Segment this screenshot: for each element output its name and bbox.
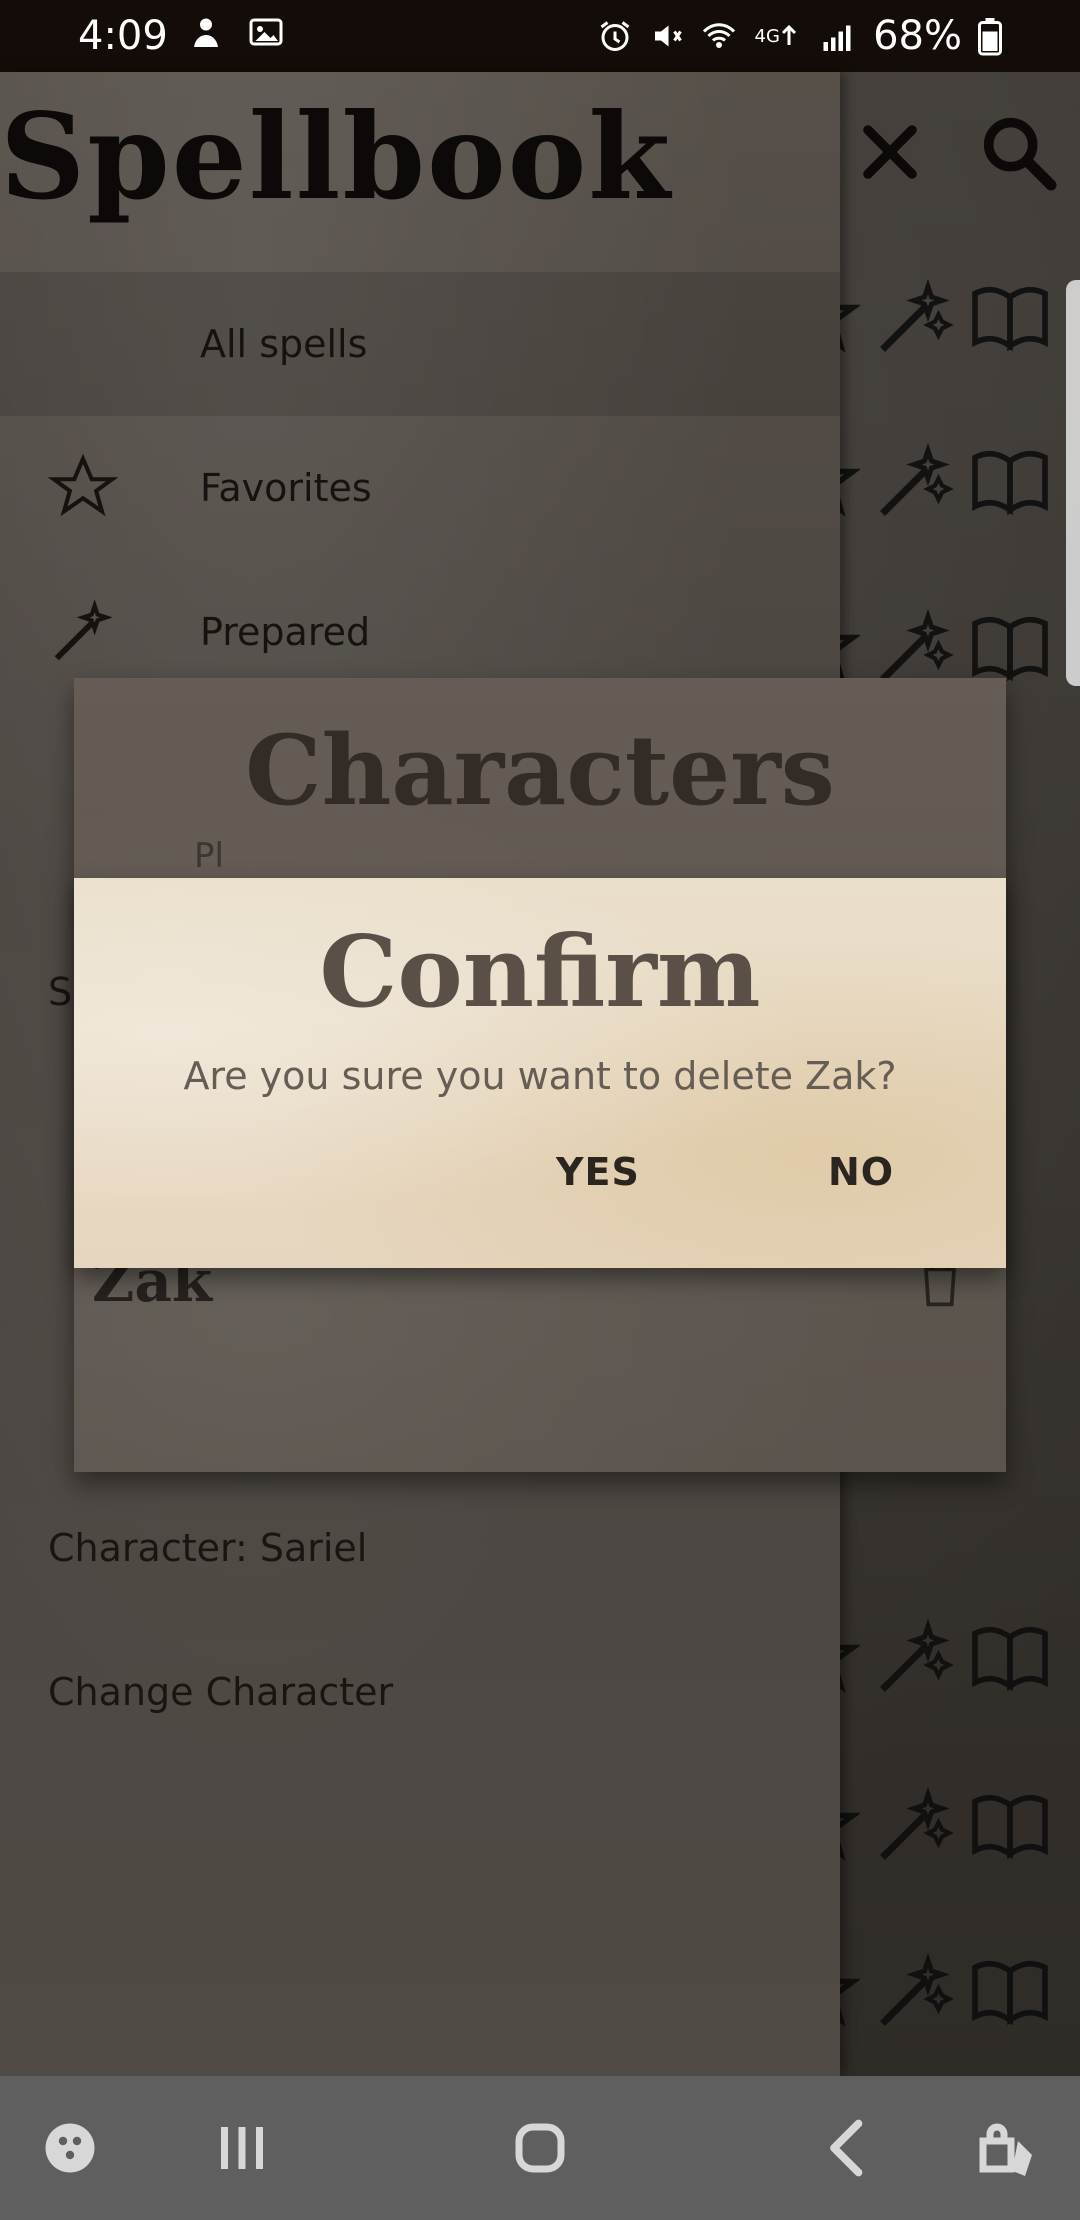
game-icon[interactable] (28, 2106, 112, 2190)
status-right: 4G 68% (597, 12, 1002, 60)
status-time: 4:09 (78, 13, 168, 59)
confirm-dialog: Confirm Are you sure you want to delete … (74, 878, 1006, 1268)
person-icon (188, 14, 224, 50)
wifi-icon (701, 18, 737, 54)
signal-icon (817, 18, 857, 54)
home-icon[interactable] (498, 2106, 582, 2190)
confirm-message: Are you sure you want to delete Zak? (183, 1054, 897, 1098)
no-button[interactable]: NO (828, 1150, 894, 1194)
recents-icon[interactable] (200, 2106, 284, 2190)
mute-icon (649, 18, 685, 54)
confirm-title: Confirm (319, 915, 761, 1030)
image-icon (248, 14, 284, 50)
status-bar: 4:09 4G 68% (0, 0, 1080, 72)
status-left-icons (188, 14, 284, 50)
yes-button[interactable]: YES (556, 1150, 640, 1194)
battery-icon (978, 16, 1002, 56)
battery-percent: 68% (873, 13, 962, 59)
alarm-icon (597, 18, 633, 54)
accessibility-icon[interactable] (962, 2106, 1046, 2190)
back-icon[interactable] (806, 2106, 890, 2190)
svg-text:4G: 4G (755, 26, 780, 47)
scrollbar-thumb[interactable] (1066, 280, 1080, 686)
system-navigation-bar (0, 2076, 1080, 2220)
4g-icon: 4G (753, 18, 801, 54)
